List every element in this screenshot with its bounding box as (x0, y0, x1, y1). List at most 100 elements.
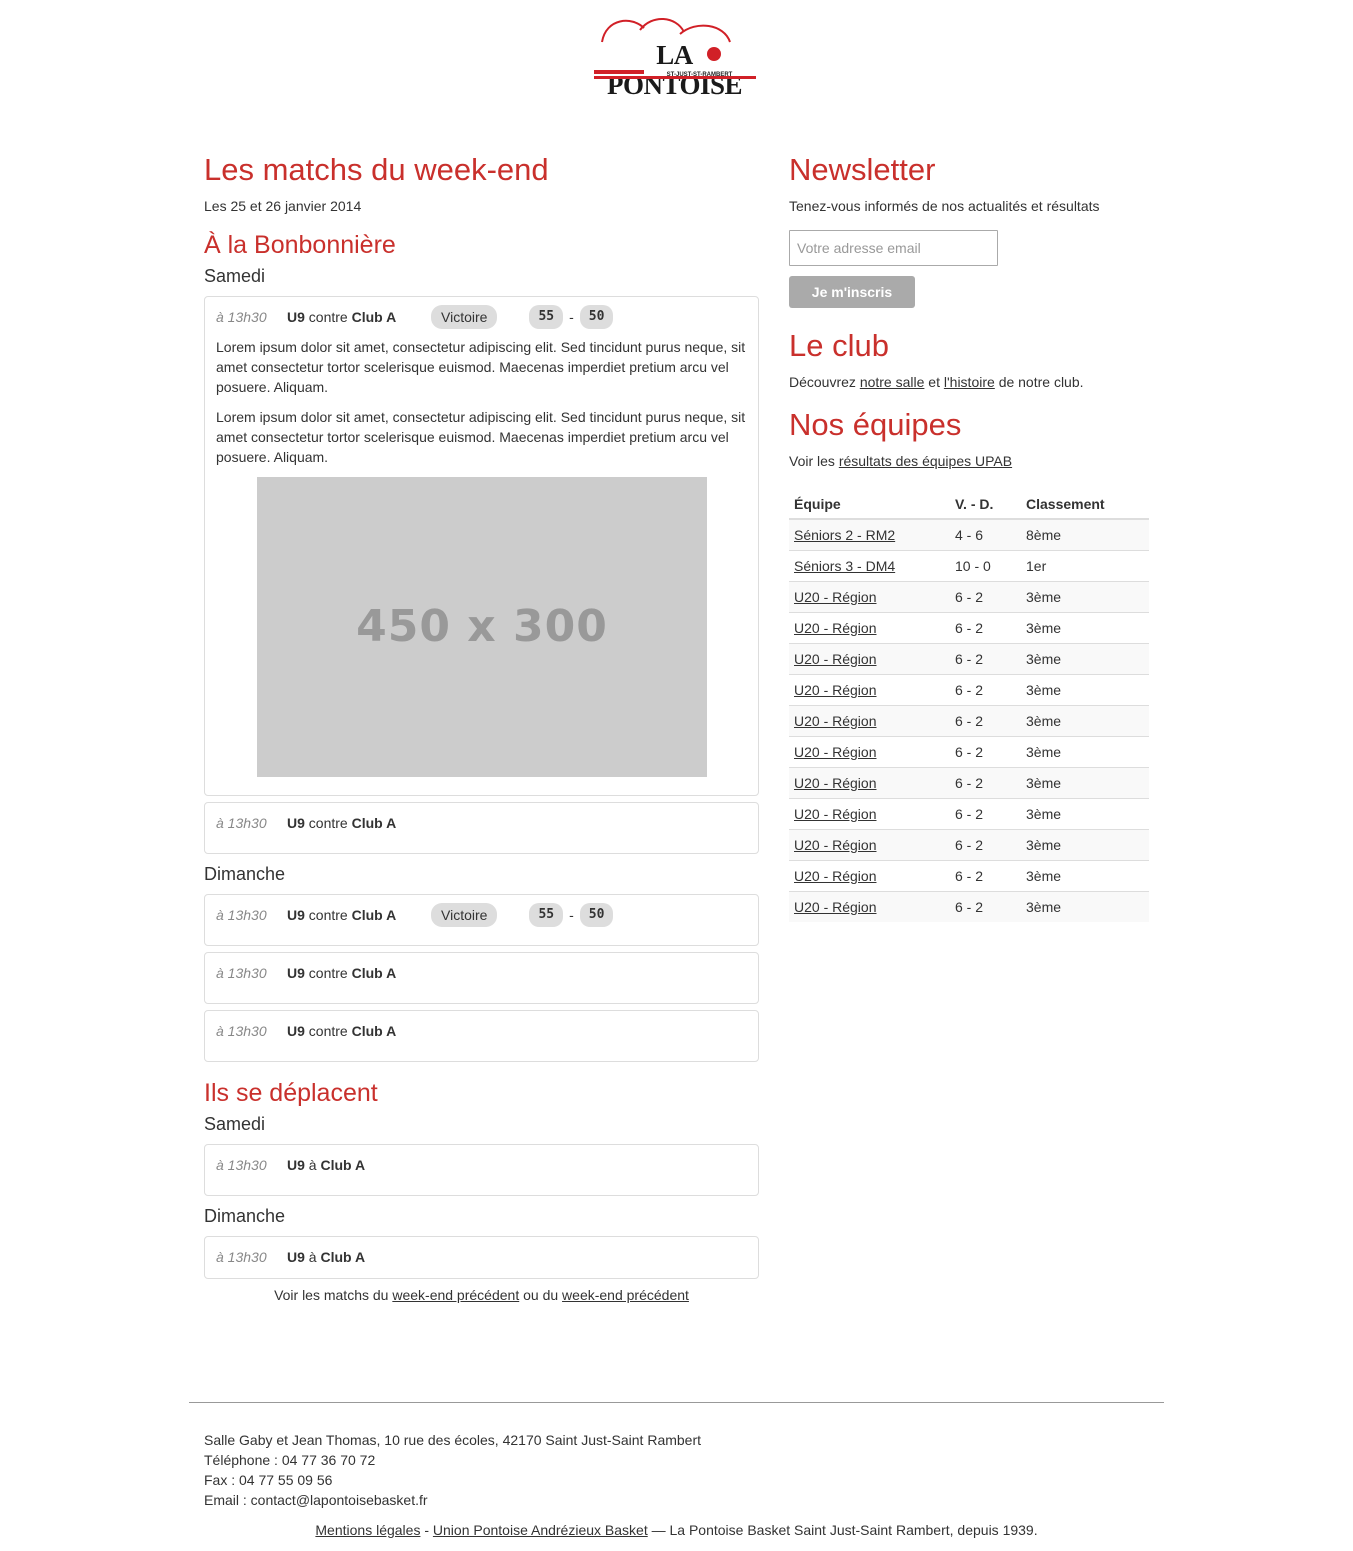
match-summary: à 13h30 U9 contre Club A (216, 813, 748, 833)
rank-cell: 3ème (1021, 704, 1149, 736)
table-row: U20 - Région 6 - 2 3ème (789, 704, 1149, 736)
footer-phone: Téléphone : 04 77 36 70 72 (204, 1452, 376, 1468)
match-summary: à 13h30 U9 à Club A (216, 1155, 748, 1175)
score-home: 55 (529, 903, 564, 927)
rank-cell: 3ème (1021, 859, 1149, 891)
match-teams: U9 contre Club A (287, 963, 431, 983)
previous-weekend-link[interactable]: week-end précédent (392, 1287, 519, 1303)
teams-results-link[interactable]: résultats des équipes UPAB (839, 453, 1012, 469)
club-suffix: de notre club. (998, 374, 1084, 390)
match-time: à 13h30 (216, 965, 267, 981)
team-cell: Séniors 3 - DM4 (789, 549, 950, 581)
team-link[interactable]: U20 - Région (794, 775, 877, 791)
history-link[interactable]: l'histoire (944, 374, 995, 390)
rank-cell: 8ème (1021, 519, 1149, 550)
venue-link[interactable]: notre salle (860, 374, 925, 390)
team-cell: U20 - Région (789, 766, 950, 798)
match-time: à 13h30 (216, 1023, 267, 1039)
teams-title: Nos équipes (789, 407, 962, 442)
footer-tagline: — La Pontoise Basket Saint Just-Saint Ra… (651, 1522, 1038, 1538)
table-row: U20 - Région 6 - 2 3ème (789, 611, 1149, 643)
column-header-record: V. - D. (950, 489, 1021, 520)
footer-links: Mentions légales - Union Pontoise Andréz… (189, 1520, 1164, 1540)
rank-cell: 3ème (1021, 642, 1149, 674)
match-team: U9 (287, 1249, 305, 1265)
team-link[interactable]: Séniors 3 - DM4 (794, 558, 895, 574)
team-link[interactable]: U20 - Région (794, 651, 877, 667)
score-away: 50 (579, 305, 614, 329)
team-link[interactable]: U20 - Région (794, 899, 877, 915)
team-link[interactable]: U20 - Région (794, 744, 877, 760)
match-summary: à 13h30 U9 à Club A (216, 1247, 748, 1267)
legal-link[interactable]: Mentions légales (315, 1522, 420, 1538)
match-opponent: Club A (351, 965, 397, 981)
teams-text: Voir les résultats des équipes UPAB (789, 451, 1149, 471)
match-card: à 13h30 U9 contre Club A (204, 952, 759, 1004)
match-card: à 13h30 U9 à Club A (204, 1236, 759, 1279)
team-link[interactable]: Séniors 2 - RM2 (794, 527, 895, 543)
rank-cell: 3ème (1021, 611, 1149, 643)
match-time: à 13h30 (216, 309, 267, 325)
team-link[interactable]: U20 - Région (794, 620, 877, 636)
team-cell: U20 - Région (789, 642, 950, 674)
record-cell: 6 - 2 (950, 735, 1021, 767)
previous-weekend-link-2[interactable]: week-end précédent (562, 1287, 689, 1303)
table-row: U20 - Région 6 - 2 3ème (789, 797, 1149, 829)
match-photo-placeholder: 450 x 300 (257, 477, 707, 777)
rank-cell: 3ème (1021, 828, 1149, 860)
match-summary: à 13h30 U9 contre Club A (216, 963, 748, 983)
match-time: à 13h30 (216, 1157, 267, 1173)
record-cell: 6 - 2 (950, 890, 1021, 922)
subscribe-button[interactable]: Je m'inscris (789, 276, 915, 308)
score: 55 - 50 (529, 305, 614, 329)
team-cell: U20 - Région (789, 890, 950, 922)
match-opponent: Club A (351, 309, 397, 325)
match-opponent: Club A (351, 815, 397, 831)
match-connector: contre (308, 1023, 348, 1039)
match-teams: U9 à Club A (287, 1247, 431, 1267)
email-field[interactable] (789, 230, 998, 266)
team-link[interactable]: U20 - Région (794, 868, 877, 884)
team-cell: U20 - Région (789, 580, 950, 612)
team-link[interactable]: U20 - Région (794, 682, 877, 698)
match-summary: à 13h30 U9 contre Club A (216, 1021, 748, 1041)
match-report-paragraph: Lorem ipsum dolor sit amet, consectetur … (216, 339, 746, 395)
table-row: U20 - Région 6 - 2 3ème (789, 673, 1149, 705)
site-logo[interactable]: LA PONTOISE ST-JUST-ST-RAMBERT (592, 14, 762, 100)
record-cell: 6 - 2 (950, 859, 1021, 891)
team-link[interactable]: U20 - Région (794, 589, 877, 605)
match-card: à 13h30 U9 contre Club A (204, 1010, 759, 1062)
home-saturday-label: Samedi (204, 266, 266, 286)
score-away: 50 (579, 903, 614, 927)
footer-divider (189, 1402, 1164, 1403)
club-middle: et (928, 374, 940, 390)
record-cell: 10 - 0 (950, 549, 1021, 581)
team-cell: U20 - Région (789, 828, 950, 860)
home-section-title: À la Bonbonnière (204, 231, 396, 259)
footer: Salle Gaby et Jean Thomas, 10 rue des éc… (204, 1430, 1149, 1510)
team-link[interactable]: U20 - Région (794, 713, 877, 729)
weekend-date: Les 25 et 26 janvier 2014 (204, 198, 362, 214)
record-cell: 6 - 2 (950, 766, 1021, 798)
match-opponent: Club A (351, 1023, 397, 1039)
match-teams: U9 contre Club A (287, 1021, 431, 1041)
match-opponent: Club A (320, 1157, 366, 1173)
match-card: à 13h30 U9 à Club A (204, 1144, 759, 1196)
table-row: U20 - Région 6 - 2 3ème (789, 642, 1149, 674)
union-link[interactable]: Union Pontoise Andrézieux Basket (433, 1522, 648, 1538)
rank-cell: 3ème (1021, 766, 1149, 798)
match-time: à 13h30 (216, 907, 267, 923)
team-link[interactable]: U20 - Région (794, 837, 877, 853)
team-link[interactable]: U20 - Région (794, 806, 877, 822)
match-teams: U9 à Club A (287, 1155, 431, 1175)
footer-sep: - (424, 1522, 430, 1538)
team-cell: U20 - Région (789, 735, 950, 767)
match-team: U9 (287, 907, 305, 923)
record-cell: 6 - 2 (950, 797, 1021, 829)
match-card: à 13h30 U9 contre Club A Victoire 55 - 5… (204, 296, 759, 796)
table-row: U20 - Région 6 - 2 3ème (789, 828, 1149, 860)
match-team: U9 (287, 1023, 305, 1039)
previous-weekends: Voir les matchs du week-end précédent ou… (204, 1285, 759, 1305)
previous-prefix: Voir les matchs du (274, 1287, 389, 1303)
away-saturday-label: Samedi (204, 1114, 266, 1134)
